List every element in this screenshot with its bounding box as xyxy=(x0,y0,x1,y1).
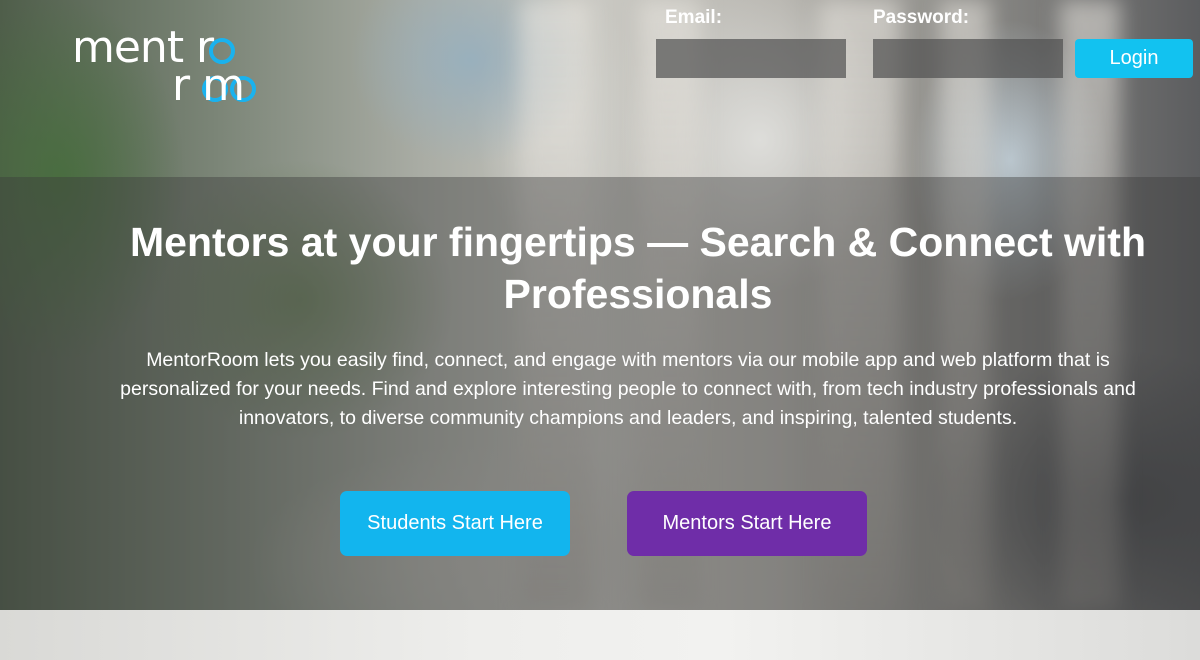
logo-text-line2: r m xyxy=(172,60,245,111)
hero-description: MentorRoom lets you easily find, connect… xyxy=(120,349,1136,429)
email-label: Email: xyxy=(665,7,723,28)
landing-page: ment r r m Email: Password: Login Mentor… xyxy=(0,0,1200,660)
password-label: Password: xyxy=(873,7,970,28)
mentorroom-logo[interactable]: ment r r m xyxy=(72,26,312,110)
bottom-section-edge xyxy=(0,610,1200,660)
hero-title: Mentors at your fingertips — Search & Co… xyxy=(129,219,1146,317)
password-field[interactable] xyxy=(873,39,1063,78)
email-field[interactable] xyxy=(656,39,846,78)
mentors-start-button[interactable]: Mentors Start Here xyxy=(627,491,867,556)
login-button[interactable]: Login xyxy=(1075,39,1193,78)
students-start-button[interactable]: Students Start Here xyxy=(340,491,570,556)
